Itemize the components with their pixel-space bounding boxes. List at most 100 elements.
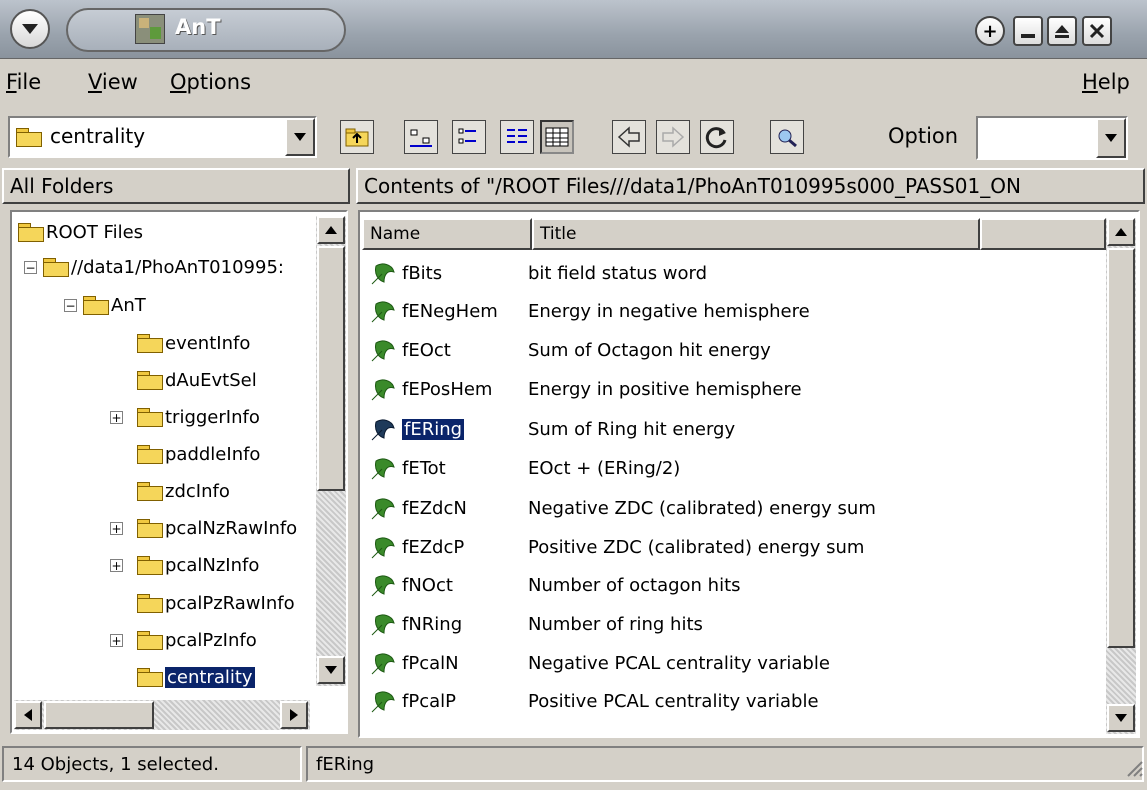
list-vscroll-thumb[interactable] [1107,248,1135,648]
folders-header: All Folders [2,168,350,204]
list-row[interactable]: fEPosHem Energy in positive hemisphere [370,372,802,406]
expand-toggle[interactable]: + [110,521,123,535]
tree-item-ant[interactable]: − AnT [64,290,146,320]
column-header-title[interactable]: Title [532,218,980,250]
folder-icon [137,371,163,390]
window-title: AnT [175,15,221,39]
large-icons-button[interactable] [404,120,438,154]
tree-item-centrality[interactable]: centrality [137,662,255,692]
tree-item-pcalnzinfo[interactable]: + pcalNzInfo [110,550,259,580]
list-row[interactable]: fEOct Sum of Octagon hit energy [370,333,771,367]
contents-header: Contents of "/ROOT Files///data1/PhoAnT0… [356,168,1145,204]
leaf-icon [371,340,395,362]
minimize-button[interactable] [1013,16,1043,46]
tree-item-triggerinfo[interactable]: + triggerInfo [110,402,260,432]
minimize-icon [1021,34,1035,38]
collapse-toggle[interactable]: − [24,260,37,274]
list-row[interactable]: fNRing Number of ring hits [370,607,703,641]
search-icon [778,129,797,148]
collapse-toggle[interactable]: − [64,298,77,312]
chevron-up-icon [1115,228,1127,236]
menu-view-mnemonic: V [88,70,102,94]
expand-toggle[interactable]: + [110,633,123,647]
folder-icon [137,445,163,464]
location-dropdown-button[interactable] [285,118,315,156]
refresh-button[interactable] [700,120,734,154]
scroll-down-button[interactable] [317,656,345,684]
list-icon [507,129,527,143]
app-icon [135,14,165,44]
menu-view-label: iew [101,70,138,94]
column-header-extra[interactable] [980,218,1106,250]
menu-file-mnemonic: F [6,70,17,94]
back-button[interactable] [612,120,646,154]
row-title: Number of ring hits [528,613,703,635]
menu-help[interactable]: Help [1082,70,1130,94]
location-combo[interactable]: centrality [8,116,317,158]
tree-item-pcalpzinfo[interactable]: + pcalPzInfo [110,625,257,655]
leaf-icon [371,614,395,636]
list-row[interactable]: fNOct Number of octagon hits [370,568,741,602]
scroll-up-button[interactable] [317,216,345,244]
tree-item-pcalnzrawinfo[interactable]: + pcalNzRawInfo [110,513,297,543]
tree-item-label: centrality [165,666,255,688]
tree-item-zdcinfo[interactable]: zdcInfo [137,476,230,506]
list-row-selected[interactable]: fERing Sum of Ring hit energy [370,412,735,446]
chevron-left-icon [24,709,32,721]
list-row[interactable]: fEZdcN Negative ZDC (calibrated) energy s… [370,491,876,525]
maximize-button[interactable] [1047,16,1077,46]
row-title: Negative ZDC (calibrated) energy sum [528,497,876,519]
tree-hscrollbar[interactable] [14,700,310,730]
row-title: Number of octagon hits [528,574,741,596]
list-row[interactable]: fETot EOct + (ERing/2) [370,451,680,485]
tree-vscroll-thumb[interactable] [317,246,345,491]
tree-item-data1[interactable]: − //data1/PhoAnT010995: [24,252,284,282]
list-row[interactable]: fPcalP Positive PCAL centrality variable [370,684,819,718]
menu-file-label: ile [16,70,42,94]
add-button[interactable]: + [975,16,1005,46]
list-row[interactable]: fENegHem Energy in negative hemisphere [370,294,810,328]
row-name-cell: fERing [402,418,528,440]
expand-toggle[interactable]: + [110,410,123,424]
tree-hscroll-thumb[interactable] [44,701,154,729]
folder-tree[interactable]: ROOT Files − //data1/PhoAnT010995: − AnT e… [10,210,348,734]
find-button[interactable] [770,120,804,154]
scroll-down-button[interactable] [1107,704,1135,732]
folder-icon [137,594,163,613]
column-header-name[interactable]: Name [362,218,532,250]
up-folder-button[interactable] [340,120,374,154]
tree-vscrollbar[interactable] [316,216,346,686]
expand-toggle[interactable]: + [110,558,123,572]
tree-item-pcalpzrawinfo[interactable]: pcalPzRawInfo [137,588,295,618]
folder-icon [137,519,163,538]
list-row[interactable]: fPcalN Negative PCAL centrality variable [370,646,830,680]
list-row[interactable]: fEZdcP Positive ZDC (calibrated) energy s… [370,530,864,564]
option-dropdown-button[interactable] [1096,118,1126,158]
window-menu-button[interactable] [10,9,50,49]
folder-icon [137,334,163,353]
menu-options[interactable]: Options [170,70,251,94]
menu-view[interactable]: View [88,70,138,94]
scroll-left-button[interactable] [14,701,42,729]
list-row[interactable]: fBits bit field status word [370,256,707,290]
resize-grip-icon[interactable] [1124,758,1144,778]
tree-item-eventinfo[interactable]: eventInfo [137,328,250,358]
forward-button[interactable] [656,120,690,154]
row-name: fEZdcP [402,536,465,558]
list-vscrollbar[interactable] [1106,218,1136,734]
details-view-button[interactable] [540,120,574,154]
contents-list[interactable]: Name Title fBits bit field status word fE… [358,210,1140,738]
option-combo[interactable] [976,116,1128,160]
scroll-right-button[interactable] [280,701,308,729]
chevron-down-icon [325,666,337,674]
tree-item-root-files[interactable]: ROOT Files [18,217,143,247]
small-icons-button[interactable] [452,120,486,154]
list-view-button[interactable] [500,120,534,154]
menu-file[interactable]: File [6,70,41,94]
title-bar[interactable]: AnT + [0,0,1147,59]
close-button[interactable] [1082,16,1112,46]
folder-icon [18,223,44,242]
tree-item-paddleinfo[interactable]: paddleInfo [137,439,260,469]
scroll-up-button[interactable] [1107,218,1135,246]
tree-item-dauevtsel[interactable]: dAuEvtSel [137,365,257,395]
